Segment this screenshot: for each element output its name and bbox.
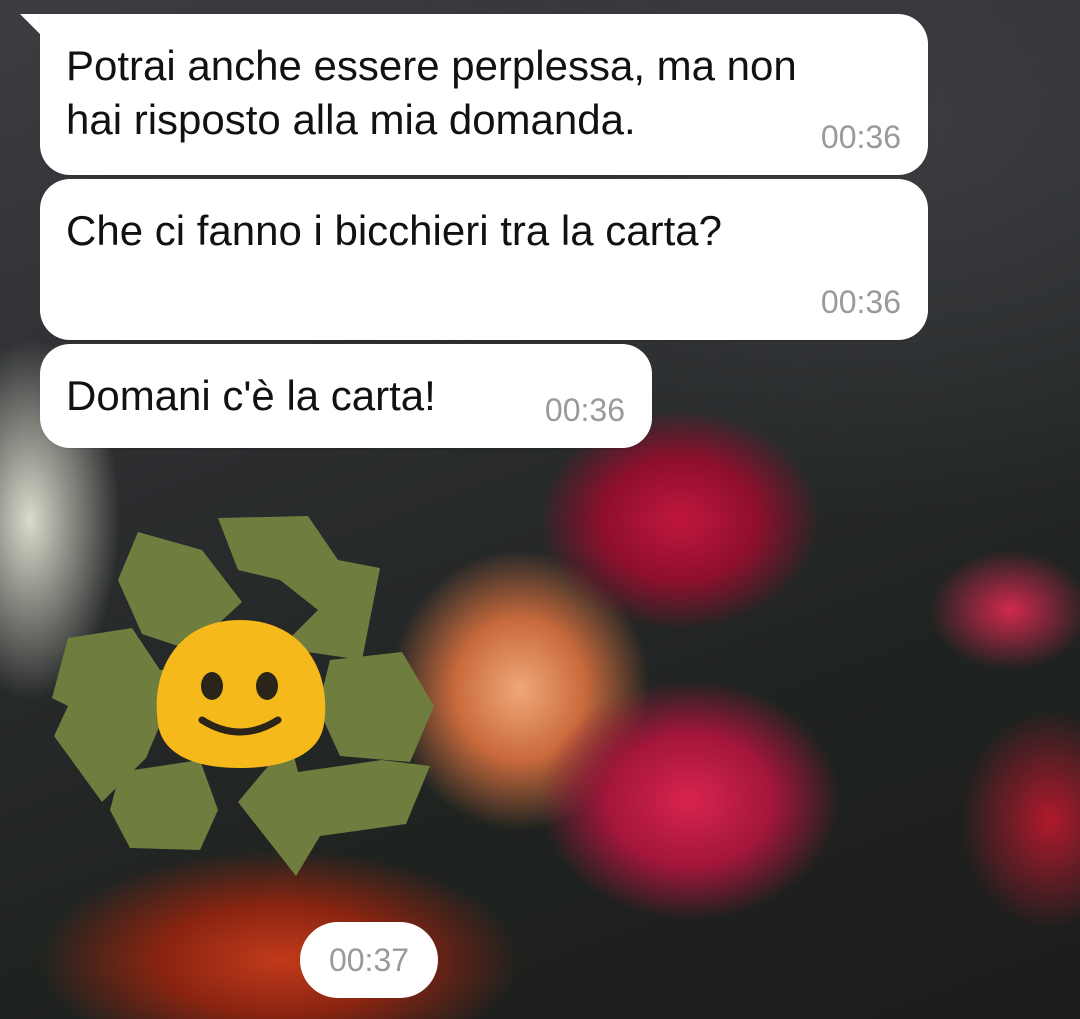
message-text: Che ci fanno i bicchieri tra la carta?: [66, 207, 722, 254]
message-bubble[interactable]: Domani c'è la carta! 00:36: [40, 344, 652, 448]
recycle-smiley-sticker-icon[interactable]: [50, 510, 440, 880]
message-time: 00:36: [820, 119, 901, 155]
message-text: Domani c'è la carta!: [66, 372, 436, 419]
message-time: 00:36: [820, 284, 901, 320]
sticker-time-badge: 00:37: [300, 922, 438, 998]
message-time: 00:36: [544, 392, 625, 428]
chat-background: Potrai anche essere perplessa, ma non ha…: [0, 0, 1080, 1019]
message-bubble[interactable]: Potrai anche essere perplessa, ma non ha…: [40, 14, 928, 175]
message-text: Potrai anche essere perplessa, ma non ha…: [66, 42, 797, 143]
message-bubble[interactable]: Che ci fanno i bicchieri tra la carta? 0…: [40, 179, 928, 340]
